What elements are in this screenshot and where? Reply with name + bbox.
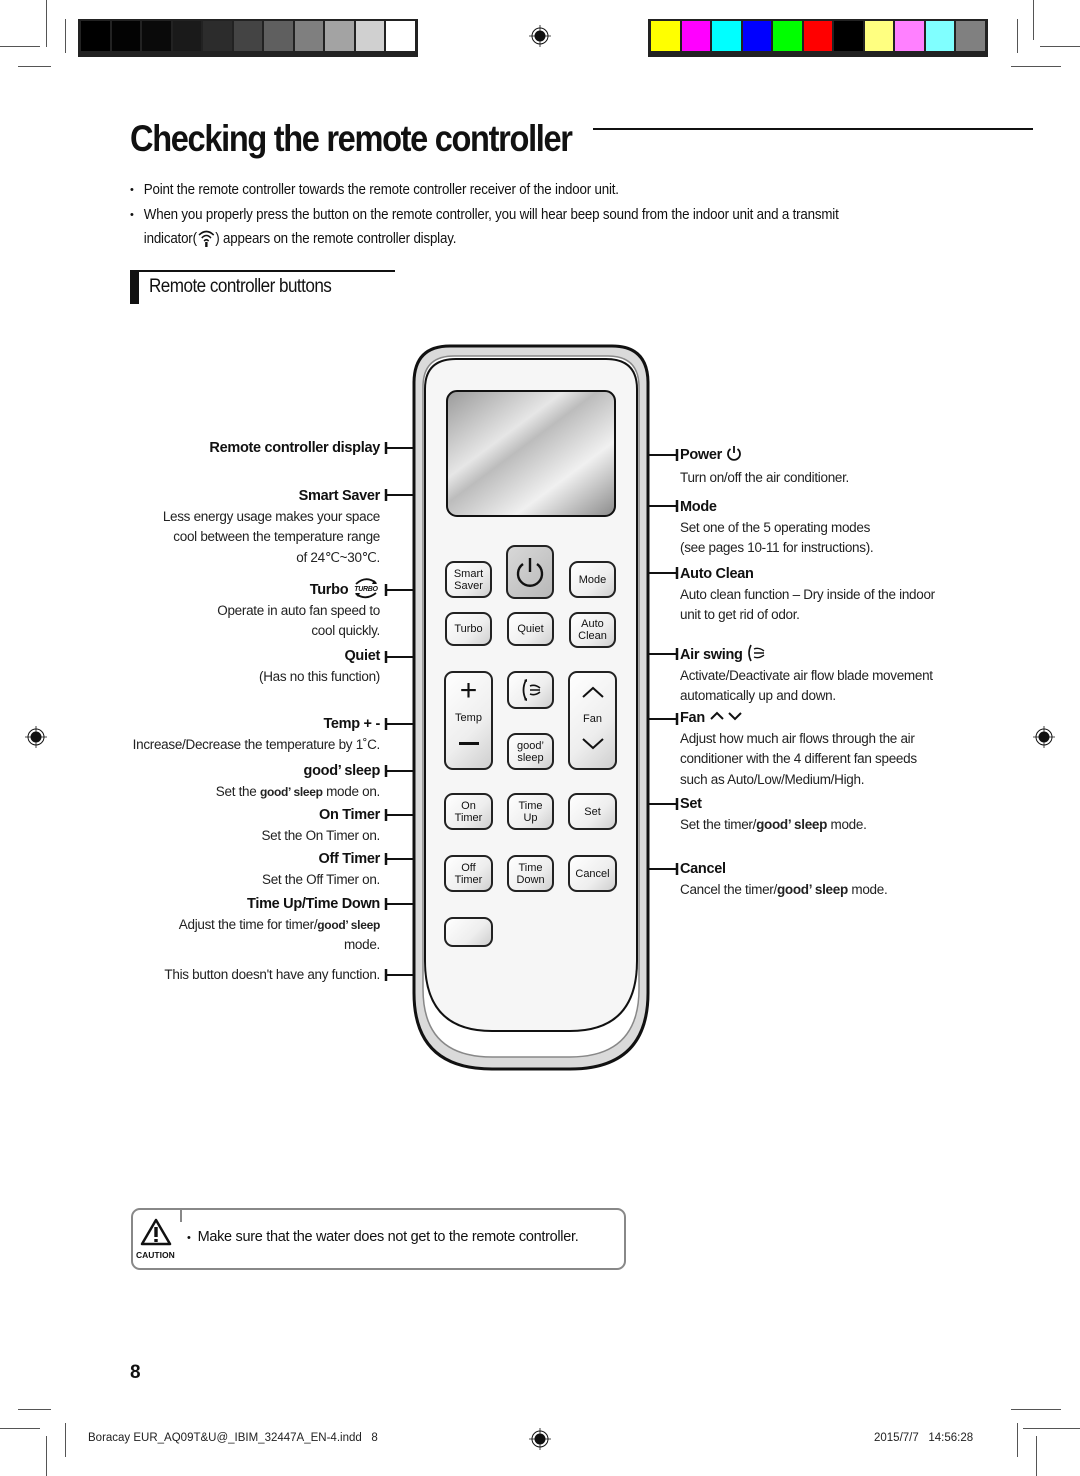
label-quiet: Quiet (Has no this function) — [259, 648, 380, 684]
power-button[interactable] — [506, 545, 554, 599]
label-unused-button: This button doesn't have any function. — [164, 967, 380, 982]
time-up-button[interactable]: Time Up — [507, 793, 554, 830]
auto-clean-button[interactable]: Auto Clean — [569, 612, 616, 648]
label-cancel: Cancel Cancel the timer/good’ sleep mode… — [680, 861, 888, 897]
air-swing-icon — [748, 644, 765, 662]
time-down-button[interactable]: Time Down — [507, 855, 554, 892]
label-remote-controller-display: Remote controller display — [209, 440, 380, 456]
svg-text:TURBO: TURBO — [354, 586, 378, 593]
temp-minus-icon[interactable] — [458, 742, 479, 745]
unused-button[interactable] — [444, 917, 493, 947]
label-set: Set Set the timer/good’ sleep mode. — [680, 796, 867, 832]
mode-button[interactable]: Mode — [569, 561, 616, 598]
fan-rocker-button[interactable]: Fan — [568, 671, 617, 770]
label-off-timer: Off Timer Set the Off Timer on. — [261, 851, 380, 887]
label-mode: Mode Set one of the 5 operating modes (s… — [680, 499, 874, 555]
label-air-swing: Air swing Activate/Deactivate air flow b… — [680, 643, 933, 707]
caution-text: • Make sure that the water does not get t… — [187, 1229, 579, 1245]
caution-tick — [180, 1208, 182, 1222]
label-time-up-down: Time Up/Time Down Adjust the time for ti… — [178, 896, 381, 952]
caution-warning-icon — [140, 1218, 172, 1246]
page-number: 8 — [130, 1362, 141, 1383]
crop-mark — [46, 1436, 47, 1476]
label-on-timer: On Timer Set the On Timer on. — [261, 807, 380, 843]
smart-saver-button[interactable]: Smart Saver — [445, 561, 492, 598]
good-sleep-button[interactable]: good’ sleep — [507, 733, 554, 770]
crop-mark — [0, 1428, 40, 1429]
air-swing-icon — [522, 679, 540, 701]
footer-datetime: 2015/7/7 14:56:28 — [874, 1432, 974, 1444]
label-smart-saver: Smart Saver Less energy usage makes your… — [162, 488, 380, 565]
fan-up-icon[interactable] — [581, 685, 605, 699]
turbo-icon: TURBO — [354, 578, 379, 599]
temp-rocker-button[interactable]: + Temp — [444, 671, 493, 770]
label-power: Power Turn on/off the air conditioner. — [680, 446, 850, 485]
cancel-button[interactable]: Cancel — [568, 855, 617, 892]
remote-display-screen — [446, 390, 616, 517]
crop-mark — [1036, 1436, 1037, 1476]
label-good-sleep: good’ sleep Set the good’ sleep mode on. — [215, 763, 381, 799]
set-button[interactable]: Set — [568, 793, 617, 830]
air-swing-button[interactable] — [507, 671, 554, 709]
quiet-button[interactable]: Quiet — [507, 612, 554, 646]
crop-mark — [65, 1423, 66, 1457]
footer-filename: Boracay EUR_AQ09T&U@_IBIM_32447A_EN-4.in… — [88, 1432, 378, 1444]
off-timer-button[interactable]: Off Timer — [444, 855, 493, 892]
registration-mark-icon — [529, 1428, 551, 1450]
caution-label: CAUTION — [136, 1250, 175, 1260]
fan-up-down-icon — [709, 711, 742, 721]
temp-label: Temp — [455, 712, 482, 724]
fan-down-icon[interactable] — [581, 737, 605, 751]
crop-mark — [1023, 1428, 1080, 1429]
label-auto-clean: Auto Clean Auto clean function – Dry ins… — [680, 566, 935, 622]
crop-mark — [1011, 1409, 1061, 1410]
turbo-button[interactable]: Turbo — [445, 612, 492, 646]
label-fan: Fan Adjust how much air flows through th… — [680, 710, 917, 787]
label-turbo: Turbo TURBO Operate in auto fan speed to… — [217, 577, 380, 642]
on-timer-button[interactable]: On Timer — [444, 793, 493, 830]
power-icon — [726, 446, 741, 461]
fan-label: Fan — [583, 713, 602, 725]
crop-mark — [18, 1409, 51, 1410]
label-temp: Temp + - Increase/Decrease the temperatu… — [132, 716, 381, 752]
power-icon — [516, 558, 544, 587]
crop-mark — [1017, 1423, 1018, 1457]
temp-plus-icon[interactable]: + — [446, 676, 491, 706]
